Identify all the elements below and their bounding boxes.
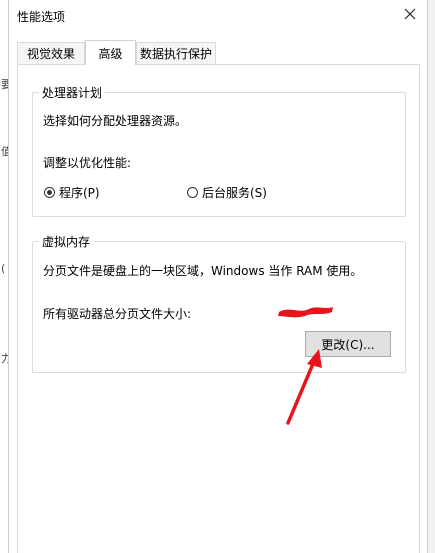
virtual-memory-description: 分页文件是硬盘上的一块区域，Windows 当作 RAM 使用。 bbox=[43, 264, 363, 278]
tab-label: 数据执行保护 bbox=[139, 47, 212, 61]
tab-data-execution-prevention[interactable]: 数据执行保护 bbox=[136, 42, 216, 64]
tab-visual-effects[interactable]: 视觉效果 bbox=[17, 42, 85, 64]
virtual-memory-group: 虚拟内存 分页文件是硬盘上的一块区域，Windows 当作 RAM 使用。 所有… bbox=[32, 233, 406, 373]
title-bar: 性能选项 bbox=[9, 0, 427, 32]
processor-description: 选择如何分配处理器资源。 bbox=[43, 114, 188, 128]
radio-programs[interactable]: 程序(P) bbox=[44, 184, 100, 201]
background-text-fragment: ( bbox=[1, 262, 6, 275]
annotation-arrow-icon bbox=[279, 345, 329, 430]
group-title: 处理器计划 bbox=[39, 84, 106, 101]
radio-selected-icon bbox=[44, 187, 55, 198]
radio-label: 后台服务(S) bbox=[202, 186, 267, 200]
performance-options-dialog: 性能选项 视觉效果 高级 数据执行保护 处理器计划 选择如何分配处理器资源。 调… bbox=[8, 0, 428, 553]
adjust-label: 调整以优化性能: bbox=[43, 156, 132, 170]
processor-scheduling-group: 处理器计划 选择如何分配处理器资源。 调整以优化性能: 程序(P) 后台服务(S… bbox=[32, 84, 406, 217]
total-paging-file-label: 所有驱动器总分页文件大小: bbox=[43, 307, 192, 321]
radio-label: 程序(P) bbox=[59, 186, 100, 200]
window-title: 性能选项 bbox=[17, 10, 66, 24]
button-label: 更改(C)... bbox=[321, 337, 375, 352]
close-icon bbox=[404, 8, 416, 23]
radio-background-services[interactable]: 后台服务(S) bbox=[187, 184, 267, 201]
group-title: 虚拟内存 bbox=[39, 233, 94, 250]
advanced-tab-panel: 处理器计划 选择如何分配处理器资源。 调整以优化性能: 程序(P) 后台服务(S… bbox=[17, 64, 420, 553]
tab-label: 视觉效果 bbox=[26, 47, 75, 61]
tab-label: 高级 bbox=[98, 46, 123, 61]
radio-unselected-icon bbox=[187, 187, 198, 198]
close-button[interactable] bbox=[399, 4, 421, 26]
tab-advanced[interactable]: 高级 bbox=[85, 40, 136, 65]
redaction-scribble bbox=[275, 301, 337, 324]
